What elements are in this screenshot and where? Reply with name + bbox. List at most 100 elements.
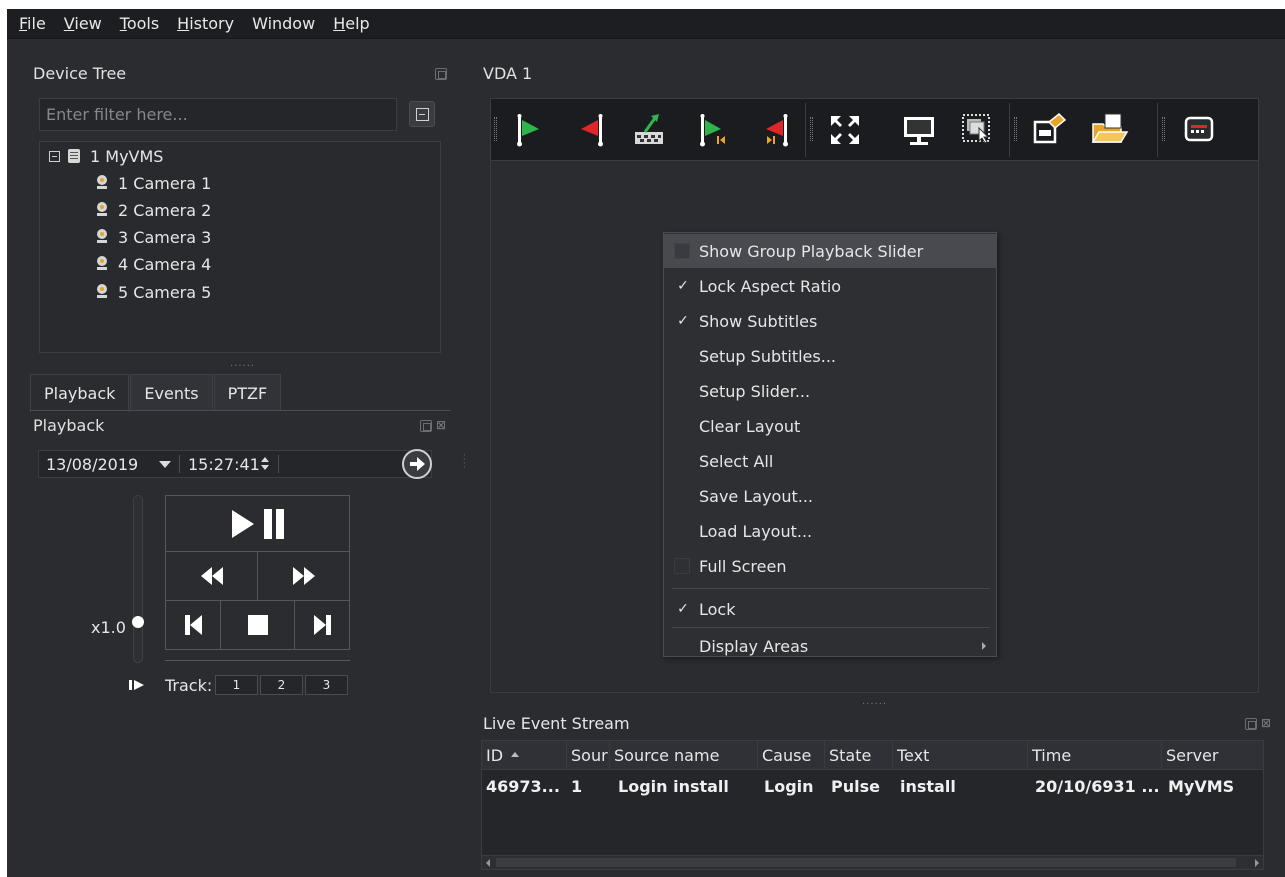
date-field[interactable]: 13/08/2019 (39, 455, 159, 474)
toolbar-grip[interactable] (494, 117, 497, 141)
rewind-button[interactable] (165, 551, 258, 601)
tab-events[interactable]: Events (130, 374, 213, 411)
go-to-start-bookmark-icon[interactable] (691, 108, 735, 152)
camera-icon (96, 256, 108, 272)
speed-slider-handle[interactable] (132, 616, 144, 628)
menu-view[interactable]: View (55, 14, 111, 33)
menu-window[interactable]: Window (243, 14, 324, 33)
menu-item-full-screen[interactable]: Full Screen (664, 549, 996, 583)
tree-item-camera[interactable]: 1 Camera 1 (96, 171, 211, 195)
toolbar-grip[interactable] (1014, 117, 1017, 141)
tab-ptzf[interactable]: PTZF (213, 374, 282, 411)
tree-item-camera[interactable]: 3 Camera 3 (96, 225, 211, 249)
menu-item-load-layout[interactable]: Load Layout... (664, 514, 996, 548)
column-header-source-name[interactable]: Source name (610, 741, 758, 770)
tab-playback[interactable]: Playback (30, 374, 130, 412)
menu-tools[interactable]: Tools (111, 14, 168, 33)
track-2-button[interactable]: 2 (260, 675, 303, 695)
undock-panel-icon[interactable] (420, 420, 432, 432)
play-pause-button[interactable] (165, 495, 350, 552)
load-layout-icon[interactable] (1087, 108, 1131, 152)
live-event-table: ID Sour Source name Cause State Text Tim… (481, 740, 1264, 870)
tree-item-label: 5 Camera 5 (118, 282, 212, 302)
close-icon[interactable]: ⊠ (435, 419, 447, 431)
chevron-down-icon[interactable] (159, 460, 171, 468)
track-1-button[interactable]: 1 (215, 675, 258, 695)
track-label: Track: (165, 676, 213, 695)
go-to-end-bookmark-icon[interactable] (753, 108, 797, 152)
menu-history[interactable]: History (168, 14, 243, 33)
speed-slider[interactable] (133, 495, 143, 663)
menu-item-label: Lock Aspect Ratio (699, 276, 842, 296)
fullscreen-icon[interactable] (823, 108, 867, 152)
column-header-cause[interactable]: Cause (758, 741, 825, 770)
undock-panel-icon[interactable] (1245, 718, 1257, 730)
time-field[interactable]: 15:27:41 (188, 455, 260, 474)
menu-item-lock-aspect-ratio[interactable]: ✓ Lock Aspect Ratio (664, 269, 996, 303)
column-header-server[interactable]: Server (1162, 741, 1265, 770)
menu-item-label: Full Screen (699, 556, 787, 576)
column-header-source[interactable]: Sour (567, 741, 610, 770)
undock-panel-icon[interactable] (435, 68, 447, 80)
toolbar-grip[interactable] (1162, 117, 1165, 141)
menu-separator (672, 627, 990, 628)
splitter-handle[interactable]: ······ (862, 699, 887, 710)
device-filter-input[interactable] (39, 98, 397, 131)
play-icon (231, 509, 254, 538)
splitter-handle[interactable]: ······ (230, 361, 255, 372)
menu-item-lock[interactable]: ✓ Lock (664, 592, 996, 626)
divider (165, 660, 350, 661)
menu-item-setup-subtitles[interactable]: Setup Subtitles... (664, 339, 996, 373)
column-header-state[interactable]: State (825, 741, 893, 770)
toolbar-grip[interactable] (810, 117, 813, 141)
live-event-stream-title: Live Event Stream (483, 714, 630, 733)
bottom-left-tabs: Playback Events PTZF (30, 374, 282, 412)
save-layout-icon[interactable] (1027, 108, 1071, 152)
start-bookmark-green-flag-icon[interactable] (507, 108, 551, 152)
vertical-splitter-handle[interactable]: · · · · (463, 452, 466, 472)
menu-item-select-all[interactable]: Select All (664, 444, 996, 478)
camera-icon (96, 175, 108, 191)
menu-item-display-areas[interactable]: Display Areas (664, 629, 996, 663)
menu-item-show-subtitles[interactable]: ✓ Show Subtitles (664, 304, 996, 338)
track-3-button[interactable]: 3 (305, 675, 348, 695)
fast-forward-button[interactable] (257, 551, 350, 601)
horizontal-scrollbar[interactable] (482, 855, 1263, 869)
tree-collapse-icon[interactable] (49, 150, 60, 162)
menu-item-save-layout[interactable]: Save Layout... (664, 479, 996, 513)
end-bookmark-red-flag-icon[interactable] (569, 108, 613, 152)
settings-panel-icon[interactable] (1177, 108, 1221, 152)
stop-button[interactable] (220, 600, 295, 650)
go-to-time-button[interactable] (402, 449, 432, 479)
monitor-icon[interactable] (897, 108, 941, 152)
skip-back-button[interactable] (165, 600, 221, 650)
menu-item-clear-layout[interactable]: Clear Layout (664, 409, 996, 443)
column-header-time[interactable]: Time (1028, 741, 1162, 770)
checkbox-icon (674, 558, 690, 574)
select-area-icon[interactable] (955, 108, 999, 152)
menu-item-setup-slider[interactable]: Setup Slider... (664, 374, 996, 408)
rewind-icon (200, 567, 223, 585)
skip-forward-button[interactable] (294, 600, 350, 650)
menu-item-show-group-playback-slider[interactable]: Show Group Playback Slider (664, 234, 996, 268)
scrollbar-thumb[interactable] (496, 858, 1236, 867)
tree-item-camera[interactable]: 5 Camera 5 (96, 280, 211, 304)
scroll-left-icon[interactable] (486, 859, 490, 867)
menu-item-label: Load Layout... (699, 521, 813, 541)
collapse-all-button[interactable] (409, 101, 435, 127)
tree-item-camera[interactable]: 4 Camera 4 (96, 252, 211, 276)
server-icon (68, 149, 80, 163)
close-icon[interactable]: ⊠ (1260, 717, 1272, 729)
export-clip-icon[interactable] (627, 108, 671, 152)
tree-item-camera[interactable]: 2 Camera 2 (96, 198, 211, 222)
scroll-right-icon[interactable] (1255, 859, 1259, 867)
column-header-text[interactable]: Text (893, 741, 1028, 770)
spinner-icon[interactable] (260, 457, 270, 471)
menu-file[interactable]: File (7, 14, 55, 33)
column-header-id[interactable]: ID (482, 741, 567, 770)
tree-item-server[interactable]: 1 MyVMS (49, 144, 163, 168)
menu-help[interactable]: Help (324, 14, 378, 33)
track-play-icon[interactable] (129, 679, 147, 691)
tree-item-label: 1 MyVMS (90, 146, 164, 166)
menu-item-label: Save Layout... (699, 486, 814, 506)
